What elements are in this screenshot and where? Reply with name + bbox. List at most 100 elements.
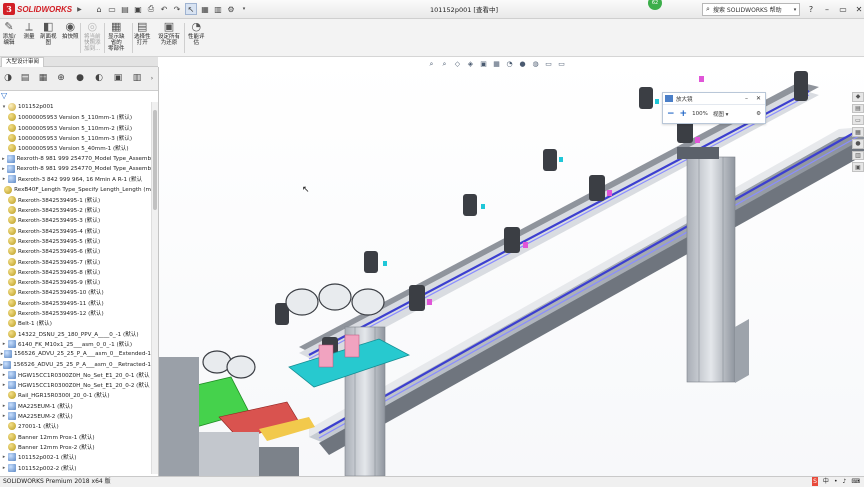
expand-icon[interactable]: ▸	[0, 156, 7, 162]
custom-props-icon[interactable]: ▥	[852, 150, 864, 161]
notification-badge[interactable]: 62	[648, 0, 662, 10]
rebuild-icon[interactable]: ▦	[200, 4, 210, 14]
close-icon[interactable]: ✕	[756, 95, 761, 102]
tree-item[interactable]: ▸ HGW15CC1R0300Z0H_No_Set_E1_20_0-2 (默认	[0, 380, 151, 390]
expand-icon[interactable]: ▸	[0, 465, 8, 471]
command-add-edit[interactable]: ✎ 添加/ 编辑	[2, 20, 16, 46]
expand-icon[interactable]: ▸	[0, 341, 8, 347]
tree-item[interactable]: ▸ Rexroth-3 842 999 964, 16 Mmin A R-1 (默…	[0, 174, 151, 184]
expand-icon[interactable]: ▸	[0, 454, 8, 460]
tree-item[interactable]: ▸ 101152p002-1 (默认)	[0, 452, 151, 462]
mic-icon[interactable]: ♪	[842, 477, 846, 486]
gear-icon[interactable]: ⚙	[756, 111, 765, 117]
zoom-in-button[interactable]: +	[680, 109, 688, 119]
expand-icon[interactable]: ▸	[0, 176, 8, 182]
tree-item[interactable]: ▸ HGW15CC1R0300Z0H_No_Set_E1_20_0-1 (默认	[0, 370, 151, 380]
home-icon[interactable]: ⌂	[94, 4, 104, 14]
tree-item[interactable]: Rexroth-3842539495-4 (默认)	[0, 226, 151, 236]
tree-item[interactable]: ▸ Rexroth-8 981 999 254770_Model Type_Ass…	[0, 164, 151, 174]
tree-item[interactable]: Rexroth-3842539495-6 (默认)	[0, 246, 151, 256]
tree-item[interactable]: Rexroth-3842539495-7 (默认)	[0, 256, 151, 266]
cam-icon[interactable]: ▣	[112, 72, 124, 84]
tree-item[interactable]: ▸ MA225EUM-1 (默认)	[0, 401, 151, 411]
ime-punct-icon[interactable]: •	[834, 477, 838, 486]
forum-icon[interactable]: ▣	[852, 162, 864, 173]
command-add-snapshot[interactable]: ◎ 将当前 快照添 加到...	[84, 20, 101, 52]
expand-icon[interactable]: ▸	[0, 403, 8, 409]
dim-xpert-icon[interactable]: ⊕	[55, 72, 67, 84]
zoom-out-button[interactable]: −	[667, 109, 675, 119]
tree-item[interactable]: Rexroth-3842539495-9 (默认)	[0, 277, 151, 287]
tree-item[interactable]: 27001-1 (默认)	[0, 421, 151, 431]
tree-item[interactable]: Rexroth-3842539495-11 (默认)	[0, 298, 151, 308]
tree-item[interactable]: Rexroth-3842539495-1 (默认)	[0, 195, 151, 205]
tree-display-icon[interactable]: ▥	[131, 72, 143, 84]
expand-menu-icon[interactable]: ▶	[77, 6, 82, 13]
tree-root[interactable]: ▾ 101152p001	[0, 102, 151, 112]
tree-item[interactable]: Belt-1 (默认)	[0, 318, 151, 328]
command-set-resolved[interactable]: ▣ 设定所有 为还原	[158, 20, 180, 46]
expand-icon[interactable]: ▸	[0, 372, 8, 378]
filter-icon[interactable]: ▽	[1, 91, 7, 100]
command-snapshot[interactable]: ◉ 拍快照	[62, 20, 79, 40]
tree-item[interactable]: Banner 12mm Prox-1 (默认)	[0, 432, 151, 442]
expand-icon[interactable]: ▸	[0, 166, 7, 172]
tree-item[interactable]: ▸ MA225EUM-2 (默认)	[0, 411, 151, 421]
right-support-leg[interactable]	[677, 147, 749, 383]
command-show-components[interactable]: ▦ 显示缺 省的 零部件	[108, 20, 125, 52]
ime-s-icon[interactable]: S	[812, 477, 818, 486]
keyboard-icon[interactable]: ⌨	[851, 477, 860, 486]
command-selective-open[interactable]: ▤ 选择性 打开	[134, 20, 151, 46]
tree-item[interactable]: Rail_HGR15R0300I_20_0-1 (默认)	[0, 390, 151, 400]
command-section-view[interactable]: ◧ 剖面视 图	[40, 20, 57, 46]
new-doc-icon[interactable]: ▭	[107, 4, 117, 14]
tree-item[interactable]: 10000005953 Version 5_110mm-1 (默认)	[0, 112, 151, 122]
command-performance[interactable]: ◔ 性能评 估	[188, 20, 205, 46]
property-manager-icon[interactable]: ▤	[19, 72, 31, 84]
tree-item[interactable]: Rexroth-3842539495-2 (默认)	[0, 205, 151, 215]
help-question-icon[interactable]: ?	[806, 4, 816, 14]
tree-item[interactable]: Banner 12mm Prox-2 (默认)	[0, 442, 151, 452]
tree-item[interactable]: 10000005953 Version 5_110mm-2 (默认)	[0, 123, 151, 133]
tree-item[interactable]: ▸ 156526_ADVU_25_25_P_A___asm_0__Retracte…	[0, 359, 151, 369]
appearances-icon[interactable]: ●	[852, 138, 864, 149]
options-gear-icon[interactable]: ⚙	[226, 4, 236, 14]
expand-icon[interactable]: ▸	[0, 382, 8, 388]
view-dropdown[interactable]: 视图 ▾	[713, 110, 729, 118]
tree-item[interactable]: Rexroth-3842539495-10 (默认)	[0, 287, 151, 297]
design-library-icon[interactable]: ▤	[852, 103, 864, 114]
tree-item[interactable]: Rexroth-3842539495-12 (默认)	[0, 308, 151, 318]
chevron-right-icon[interactable]: ›	[146, 72, 158, 84]
redo-icon[interactable]: ↷	[172, 4, 182, 14]
chevron-down-icon[interactable]: ▾	[239, 4, 249, 14]
chevron-down-icon[interactable]: ▾	[791, 7, 799, 13]
open-icon[interactable]: ▤	[120, 4, 130, 14]
feature-tree-icon[interactable]: ◑	[2, 72, 14, 84]
file-explorer-icon[interactable]: ▭	[852, 115, 864, 126]
solidworks-logo[interactable]: 3 SOLIDWORKS ▶	[3, 2, 82, 16]
save-icon[interactable]: ▣	[133, 4, 143, 14]
minimize-icon[interactable]: –	[745, 95, 748, 102]
restore-icon[interactable]: ▭	[838, 4, 848, 14]
file-props-icon[interactable]: ▥	[213, 4, 223, 14]
tree-item[interactable]: ▸ 101152p002-2 (默认)	[0, 462, 151, 472]
display-pane-icon[interactable]: ◐	[93, 72, 105, 84]
close-icon[interactable]: ✕	[854, 4, 864, 14]
tree-item[interactable]: Rexroth-3842539495-5 (默认)	[0, 236, 151, 246]
ime-mode-icon[interactable]: 中	[823, 477, 829, 486]
tree-item[interactable]: RexB40F_Length Type_Specify Length_Lengt…	[0, 184, 151, 194]
appearance-icon[interactable]: ●	[74, 72, 86, 84]
tree-item[interactable]: ▸ 6140_FK_M10x1_25___asm_0_0_-1 (默认)	[0, 339, 151, 349]
tab-large-design-review[interactable]: 大型设计审阅	[1, 57, 45, 67]
tree-item[interactable]: 10000005953 Version 5_110mm-3 (默认)	[0, 133, 151, 143]
sw-resources-icon[interactable]: ◆	[852, 92, 864, 102]
expand-icon[interactable]: ▸	[0, 413, 8, 419]
front-conveyor-rail[interactable]	[309, 127, 864, 455]
tree-item[interactable]: 14322_DSNU_25_180_PPV_A____0_-1 (默认)	[0, 329, 151, 339]
tree-item[interactable]: Rexroth-3842539495-3 (默认)	[0, 215, 151, 225]
tree-scrollbar[interactable]	[151, 102, 158, 474]
tree-item[interactable]: Rexroth-3842539495-8 (默认)	[0, 267, 151, 277]
scrollbar-thumb[interactable]	[153, 110, 157, 210]
tree-item[interactable]: ▸ Rexroth-8 981 999 254770_Model Type_Ass…	[0, 153, 151, 163]
undo-icon[interactable]: ↶	[159, 4, 169, 14]
